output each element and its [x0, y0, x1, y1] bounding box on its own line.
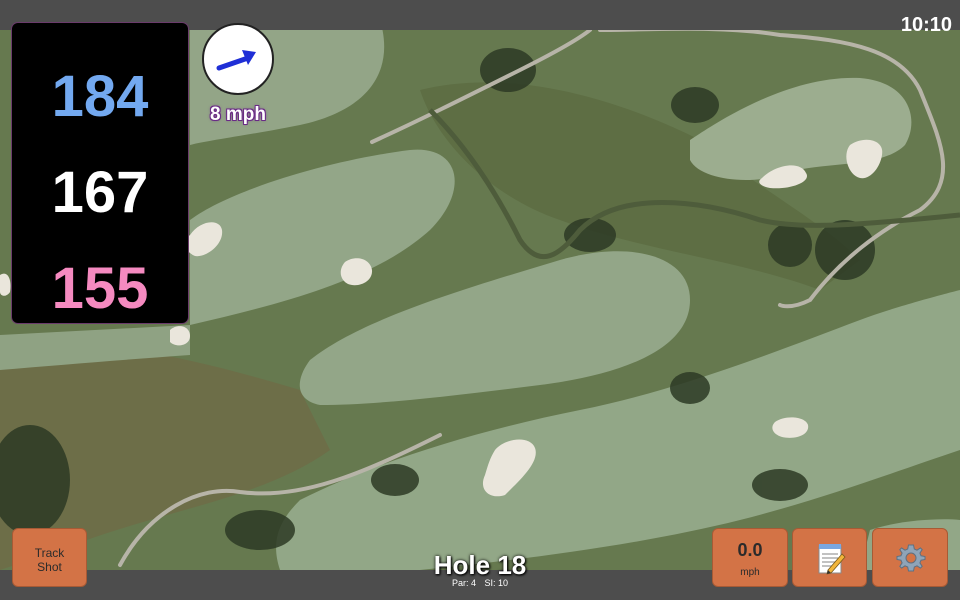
- middle-distance: 167: [51, 160, 149, 225]
- wind-direction-arrow-icon: [216, 50, 256, 71]
- hole-stroke-index: SI: 10: [484, 578, 509, 588]
- distance-panel: 184 167 155: [12, 23, 188, 323]
- hole-par: Par: 4: [451, 578, 476, 588]
- gear-icon: [896, 544, 926, 572]
- status-clock: 10:10: [900, 14, 952, 36]
- front-distance: 155: [51, 256, 149, 321]
- hole-info: Par: 4 SI: 10: [380, 578, 580, 588]
- hole-title: Hole 18: [433, 550, 527, 580]
- speed-button[interactable]: 0.0 mph: [712, 528, 788, 587]
- speed-value: 0.0: [737, 540, 763, 560]
- notes-button[interactable]: [792, 528, 867, 587]
- settings-button[interactable]: [872, 528, 948, 587]
- back-distance: 184: [51, 64, 149, 129]
- notepad-icon: [818, 544, 846, 575]
- track-shot-label: Track Shot: [34, 546, 65, 574]
- track-shot-button[interactable]: Track Shot: [12, 528, 87, 587]
- wind-indicator: [202, 23, 274, 95]
- wind-speed-label: 8 mph: [210, 104, 266, 125]
- speed-unit: mph: [740, 567, 760, 578]
